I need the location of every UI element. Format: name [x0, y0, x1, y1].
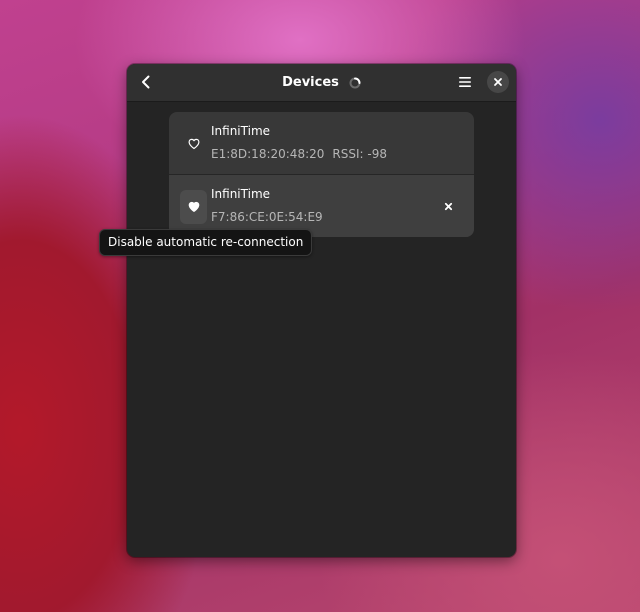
chevron-left-icon — [142, 75, 150, 89]
device-list: InfiniTime E1:8D:18:20:48:20 RSSI: -98 In… — [169, 112, 474, 237]
device-name: InfiniTime — [211, 124, 271, 138]
tooltip: Disable automatic re-connection — [99, 229, 313, 256]
desktop-wallpaper: Devices InfiniTime E1:8D:18:20:48:20 RSS… — [0, 0, 640, 612]
close-icon — [444, 202, 452, 210]
headerbar: Devices — [127, 64, 516, 102]
devices-window: Devices InfiniTime E1:8D:18:20:48:20 RSS… — [127, 64, 516, 557]
remove-device-button[interactable] — [436, 194, 460, 218]
device-details: E1:8D:18:20:48:20 RSSI: -98 — [211, 147, 387, 161]
device-rssi: RSSI: -98 — [332, 147, 387, 161]
window-close-button[interactable] — [487, 71, 509, 93]
window-title: Devices — [282, 75, 339, 90]
device-name: InfiniTime — [211, 187, 271, 201]
back-button[interactable] — [132, 68, 160, 96]
heart-filled-icon — [188, 201, 199, 212]
close-icon — [494, 78, 502, 86]
device-address: E1:8D:18:20:48:20 — [211, 147, 325, 161]
device-address: F7:86:CE:0E:54:E9 — [211, 210, 323, 224]
spinner-icon — [349, 77, 361, 88]
device-row[interactable]: InfiniTime E1:8D:18:20:48:20 RSSI: -98 — [169, 112, 474, 174]
favorite-toggle-button[interactable] — [180, 127, 207, 161]
main-menu-button[interactable] — [451, 68, 479, 96]
heart-outline-icon — [188, 138, 199, 150]
device-row[interactable]: InfiniTime F7:86:CE:0E:54:E9 — [169, 174, 474, 237]
favorite-toggle-button[interactable] — [180, 190, 207, 224]
hamburger-menu-icon — [459, 77, 471, 87]
